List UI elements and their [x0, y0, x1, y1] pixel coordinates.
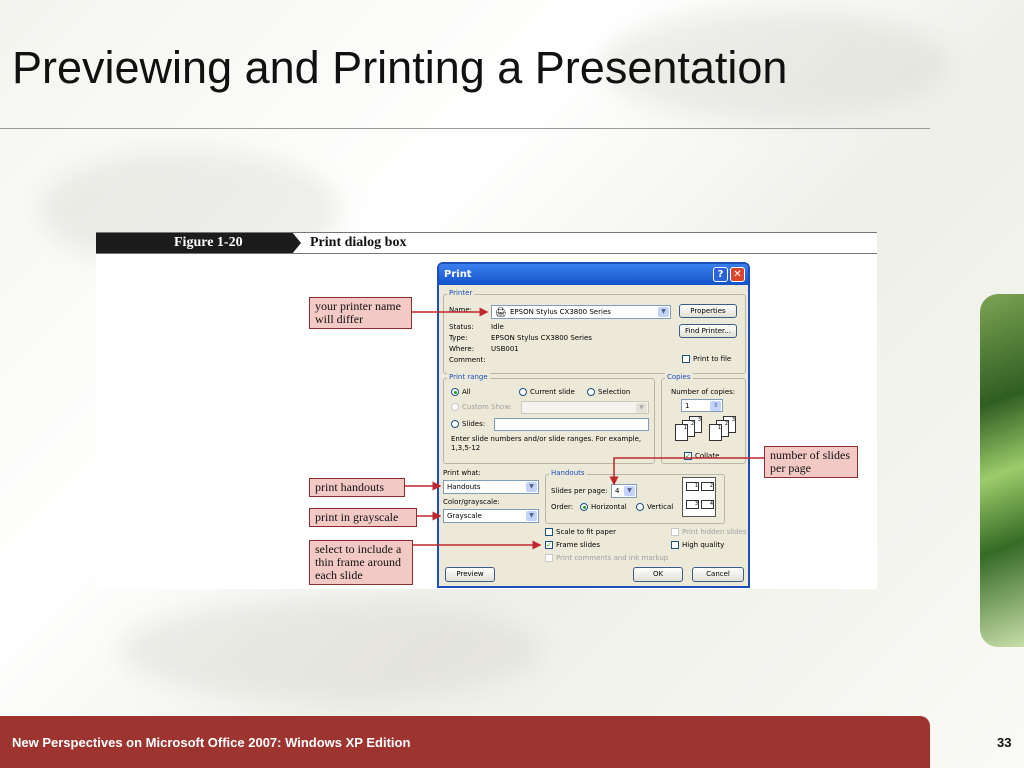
custom-show-label: Custom Show: — [462, 403, 512, 411]
figure-caption: Print dialog box — [310, 235, 407, 250]
color-label: Color/grayscale: — [443, 498, 500, 506]
chevron-down-icon[interactable]: ▼ — [526, 511, 537, 521]
properties-button[interactable]: Properties — [679, 304, 737, 318]
title-divider — [0, 128, 930, 129]
horizontal-radio[interactable] — [580, 503, 588, 511]
printer-group-label: Printer — [447, 289, 475, 297]
callout-print-grayscale: print in grayscale — [309, 508, 417, 527]
dialog-title: Print — [444, 269, 472, 280]
where-label: Where: — [449, 345, 475, 353]
comment-label: Comment: — [449, 356, 486, 364]
slides-per-page-select[interactable]: 4 ▼ — [611, 484, 637, 498]
chevron-down-icon[interactable]: ▼ — [624, 486, 635, 496]
chevron-down-icon[interactable]: ▼ — [526, 482, 537, 492]
current-slide-radio[interactable] — [519, 388, 527, 396]
handout-layout-preview-icon: 1 2 3 4 — [682, 477, 716, 517]
print-hidden-label: Print hidden slides — [682, 528, 747, 536]
footer-text: New Perspectives on Microsoft Office 200… — [12, 735, 411, 750]
scale-to-fit-checkbox[interactable] — [545, 528, 553, 536]
page-number: 33 — [997, 735, 1012, 750]
print-comments-label: Print comments and ink markup — [556, 554, 669, 562]
color-select[interactable]: Grayscale ▼ — [443, 509, 539, 523]
all-radio[interactable] — [451, 388, 459, 396]
slides-label: Slides: — [462, 420, 486, 428]
chevron-down-icon[interactable]: ▼ — [636, 403, 647, 413]
close-icon[interactable]: ✕ — [730, 267, 745, 282]
where-value: USB001 — [491, 345, 519, 353]
frame-slides-checkbox[interactable]: ✓ — [545, 541, 553, 549]
callout-printer-name: your printer name will differ — [309, 297, 412, 329]
selection-label: Selection — [598, 388, 631, 396]
slides-per-page-label: Slides per page: — [551, 487, 608, 495]
ok-button[interactable]: OK — [633, 567, 683, 582]
print-what-label: Print what: — [443, 469, 481, 477]
find-printer-button[interactable]: Find Printer... — [679, 324, 737, 338]
high-quality-label: High quality — [682, 541, 725, 549]
slides-radio[interactable] — [451, 420, 459, 428]
slides-hint: Enter slide numbers and/or slide ranges.… — [451, 435, 642, 452]
status-value: Idle — [491, 323, 504, 331]
preview-button[interactable]: Preview — [445, 567, 495, 582]
status-label: Status: — [449, 323, 474, 331]
print-to-file-checkbox[interactable] — [682, 355, 690, 363]
type-value: EPSON Stylus CX3800 Series — [491, 334, 592, 342]
print-comments-checkbox[interactable] — [545, 554, 553, 562]
selection-radio[interactable] — [587, 388, 595, 396]
chevron-down-icon[interactable]: ▼ — [658, 307, 669, 317]
background-leaf-shape — [120, 600, 540, 700]
high-quality-checkbox[interactable] — [671, 541, 679, 549]
handouts-group-label: Handouts — [549, 469, 587, 477]
callout-print-handouts: print handouts — [309, 478, 405, 497]
printer-name-value: EPSON Stylus CX3800 Series — [510, 308, 611, 316]
print-what-select[interactable]: Handouts ▼ — [443, 480, 539, 494]
collate-label: Collate — [695, 452, 720, 460]
copies-label: Number of copies: — [671, 388, 736, 396]
copies-value: 1 — [685, 402, 690, 410]
color-value: Grayscale — [447, 512, 482, 520]
printer-name-select[interactable]: 🖨 EPSON Stylus CX3800 Series ▼ — [491, 305, 671, 319]
print-what-value: Handouts — [447, 483, 481, 491]
callout-frame-slides: select to include a thin frame around ea… — [309, 540, 413, 585]
copies-spinner[interactable]: 1 ⇕ — [681, 399, 723, 412]
all-label: All — [462, 388, 471, 396]
cancel-button[interactable]: Cancel — [692, 567, 744, 582]
frame-slides-label: Frame slides — [556, 541, 600, 549]
slides-input[interactable] — [494, 418, 649, 431]
printer-icon: 🖨 — [495, 308, 507, 318]
type-label: Type: — [449, 334, 468, 342]
copies-group-label: Copies — [665, 373, 693, 381]
print-to-file-label: Print to file — [693, 355, 732, 363]
custom-show-select[interactable]: ▼ — [521, 401, 649, 414]
spinner-arrows-icon[interactable]: ⇕ — [710, 401, 721, 411]
slides-per-page-value: 4 — [615, 487, 620, 495]
horizontal-label: Horizontal — [591, 503, 627, 511]
scale-to-fit-label: Scale to fit paper — [556, 528, 617, 536]
custom-show-radio[interactable] — [451, 403, 459, 411]
callout-slides-per-page: number of slides per page — [764, 446, 858, 478]
current-slide-label: Current slide — [530, 388, 575, 396]
plant-image — [980, 294, 1024, 647]
collate-checkbox[interactable]: ✓ — [684, 452, 692, 460]
footer-bar: New Perspectives on Microsoft Office 200… — [0, 716, 930, 768]
print-hidden-checkbox[interactable] — [671, 528, 679, 536]
figure-header-bar: Figure 1-20 Print dialog box — [96, 232, 877, 254]
slide-title: Previewing and Printing a Presentation — [12, 42, 788, 93]
name-label: Name: — [449, 306, 473, 314]
collate-pages-icon: 321 321 — [671, 416, 741, 446]
print-range-label: Print range — [447, 373, 490, 381]
help-icon[interactable]: ? — [713, 267, 728, 282]
vertical-label: Vertical — [647, 503, 674, 511]
figure-number: Figure 1-20 — [96, 233, 301, 253]
order-label: Order: — [551, 503, 574, 511]
dialog-title-bar: Print ? ✕ — [439, 264, 748, 285]
print-dialog: Print ? ✕ Printer Name: 🖨 EPSON Stylus C… — [437, 262, 750, 588]
vertical-radio[interactable] — [636, 503, 644, 511]
